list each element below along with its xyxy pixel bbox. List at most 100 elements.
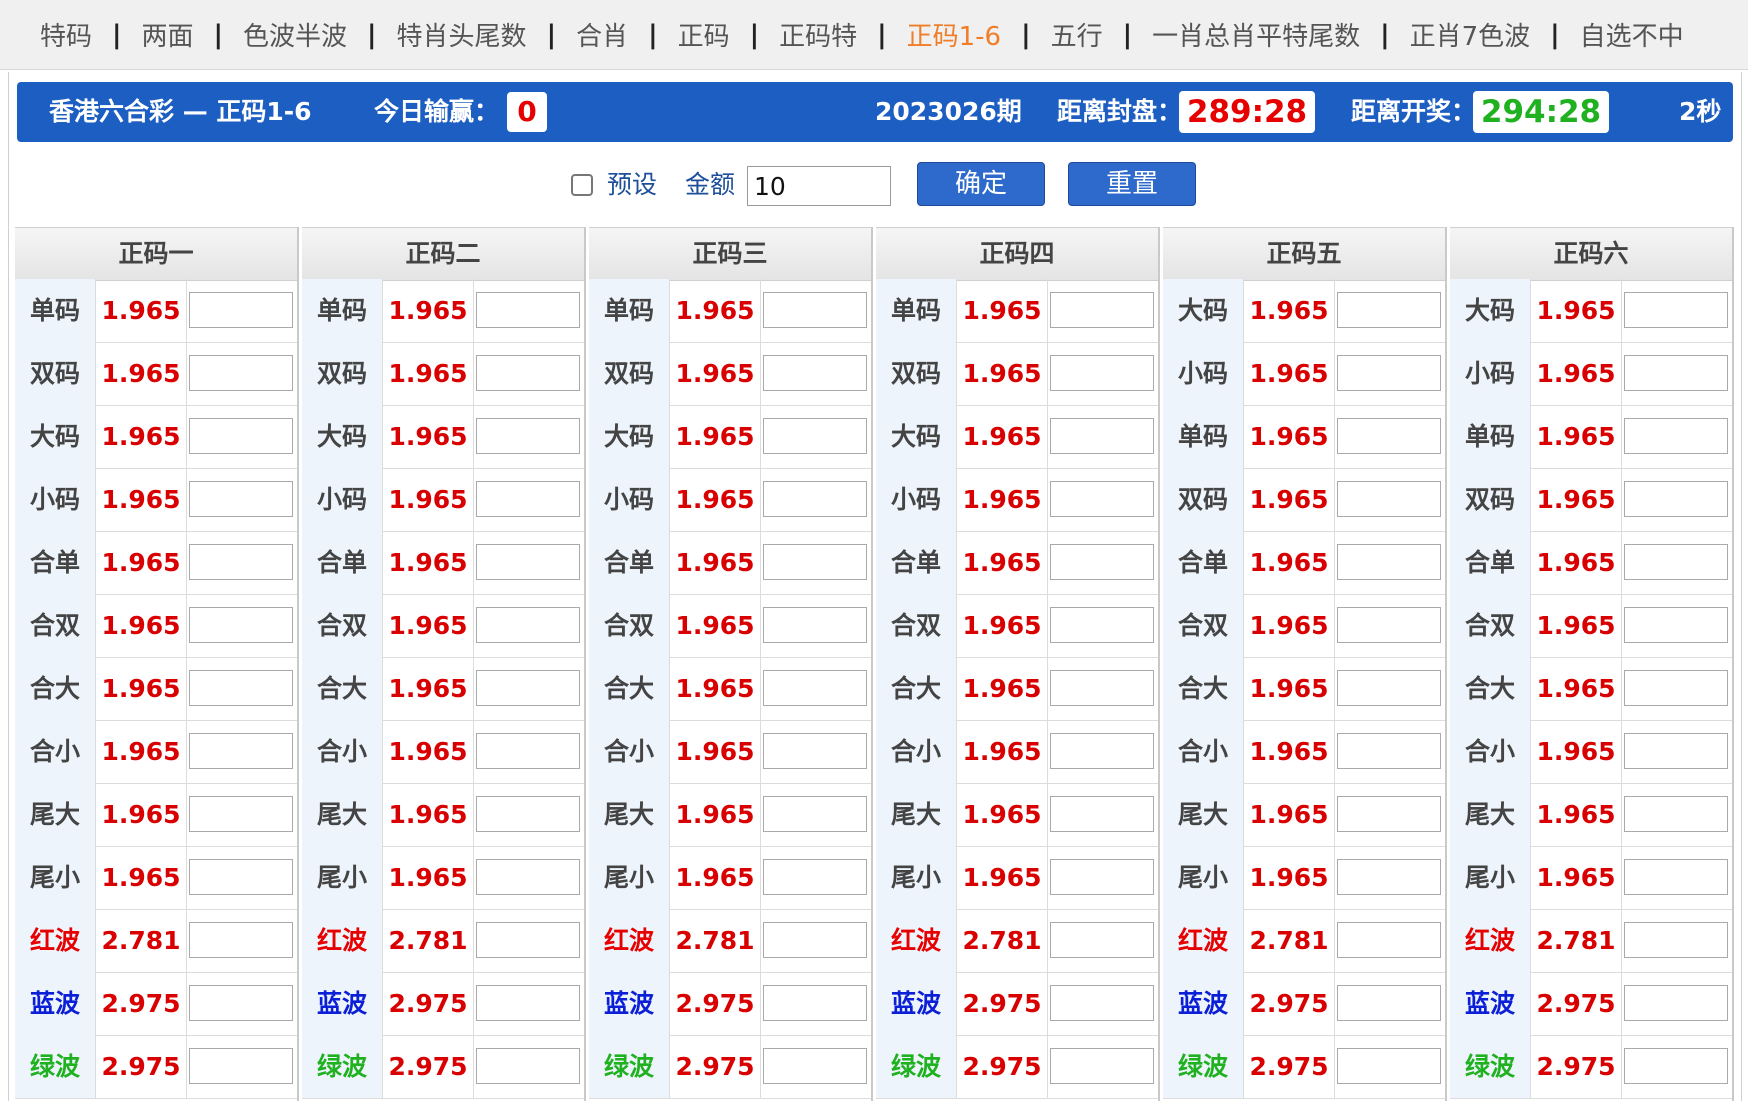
bet-amount-input[interactable] — [1624, 1048, 1728, 1084]
bet-amount-input[interactable] — [763, 418, 867, 454]
bet-amount-input[interactable] — [1050, 481, 1154, 517]
bet-amount-input[interactable] — [763, 1048, 867, 1084]
bet-amount-input[interactable] — [763, 670, 867, 706]
bet-amount-input[interactable] — [476, 418, 580, 454]
bet-amount-input[interactable] — [763, 796, 867, 832]
bet-amount-input[interactable] — [476, 733, 580, 769]
nav-tab[interactable]: 色波半波 — [243, 16, 347, 53]
bet-amount-input[interactable] — [1624, 544, 1728, 580]
bet-amount-input[interactable] — [763, 733, 867, 769]
bet-amount-input[interactable] — [1050, 355, 1154, 391]
bet-amount-input[interactable] — [1050, 292, 1154, 328]
bet-amount-input[interactable] — [476, 607, 580, 643]
bet-amount-input[interactable] — [763, 859, 867, 895]
bet-amount-input[interactable] — [189, 733, 293, 769]
bet-amount-input[interactable] — [1337, 418, 1441, 454]
amount-input[interactable] — [747, 166, 891, 206]
bet-amount-input[interactable] — [189, 670, 293, 706]
bet-amount-input[interactable] — [1337, 670, 1441, 706]
bet-amount-input[interactable] — [1624, 796, 1728, 832]
bet-amount-input[interactable] — [189, 859, 293, 895]
bet-amount-input[interactable] — [763, 292, 867, 328]
bet-amount-input[interactable] — [189, 607, 293, 643]
confirm-button[interactable]: 确定 — [917, 162, 1045, 206]
bet-amount-input[interactable] — [1624, 292, 1728, 328]
bet-amount-input[interactable] — [476, 796, 580, 832]
bet-amount-input[interactable] — [189, 292, 293, 328]
bet-amount-input[interactable] — [1337, 733, 1441, 769]
bet-amount-input[interactable] — [1624, 922, 1728, 958]
nav-tab[interactable]: 特肖头尾数 — [397, 16, 527, 53]
bet-amount-input[interactable] — [1337, 544, 1441, 580]
bet-amount-input[interactable] — [189, 544, 293, 580]
odds-value: 1.965 — [957, 783, 1048, 846]
bet-amount-input[interactable] — [1337, 859, 1441, 895]
bet-amount-input[interactable] — [1050, 859, 1154, 895]
nav-tab[interactable]: 一肖总肖平特尾数 — [1152, 16, 1360, 53]
nav-tab[interactable]: 五行 — [1051, 16, 1103, 53]
bet-amount-input[interactable] — [1624, 859, 1728, 895]
nav-tab[interactable]: 正码 — [678, 16, 730, 53]
bet-amount-input[interactable] — [189, 1048, 293, 1084]
bet-amount-input[interactable] — [1050, 418, 1154, 454]
table-row: 合双 1.965 — [589, 594, 871, 658]
odds-value: 1.965 — [957, 279, 1048, 342]
bet-amount-input[interactable] — [1050, 670, 1154, 706]
bet-amount-input[interactable] — [1337, 796, 1441, 832]
bet-amount-input[interactable] — [1337, 985, 1441, 1021]
bet-amount-input[interactable] — [1050, 1048, 1154, 1084]
nav-tab[interactable]: 两面 — [142, 16, 194, 53]
bet-amount-input[interactable] — [476, 544, 580, 580]
bet-amount-input[interactable] — [476, 670, 580, 706]
nav-tab[interactable]: 特码 — [40, 16, 92, 53]
bet-amount-input[interactable] — [476, 922, 580, 958]
nav-tab[interactable]: 正码特 — [779, 16, 857, 53]
nav-tab[interactable]: 正肖7色波 — [1410, 16, 1531, 53]
nav-tab[interactable]: 正码1-6 — [907, 16, 1001, 53]
reset-button[interactable]: 重置 — [1068, 162, 1196, 206]
bet-amount-input[interactable] — [1624, 985, 1728, 1021]
bet-amount-input[interactable] — [476, 481, 580, 517]
bet-amount-input[interactable] — [1050, 796, 1154, 832]
bet-amount-input[interactable] — [1624, 733, 1728, 769]
bet-amount-input[interactable] — [1337, 1048, 1441, 1084]
bet-amount-input[interactable] — [1337, 922, 1441, 958]
bet-amount-input[interactable] — [189, 985, 293, 1021]
bet-amount-input[interactable] — [1050, 985, 1154, 1021]
bet-amount-input[interactable] — [476, 985, 580, 1021]
bet-amount-input[interactable] — [189, 418, 293, 454]
bet-amount-input[interactable] — [476, 859, 580, 895]
bet-amount-input[interactable] — [189, 481, 293, 517]
bet-amount-input[interactable] — [1624, 481, 1728, 517]
bet-amount-input[interactable] — [476, 1048, 580, 1084]
bet-amount-input[interactable] — [763, 355, 867, 391]
odds-value: 1.965 — [957, 594, 1048, 657]
preset-checkbox[interactable] — [571, 174, 593, 196]
bet-amount-input[interactable] — [1050, 544, 1154, 580]
odds-value: 1.965 — [383, 405, 474, 468]
bet-amount-input[interactable] — [763, 607, 867, 643]
bet-amount-input[interactable] — [189, 355, 293, 391]
nav-tab[interactable]: 合肖 — [576, 16, 628, 53]
bet-amount-input[interactable] — [763, 922, 867, 958]
bet-amount-input[interactable] — [1624, 355, 1728, 391]
bet-amount-input[interactable] — [476, 355, 580, 391]
bet-amount-input[interactable] — [189, 922, 293, 958]
refresh-timer[interactable]: 2秒 — [1679, 82, 1721, 142]
bet-amount-input[interactable] — [1050, 733, 1154, 769]
bet-amount-input[interactable] — [476, 292, 580, 328]
bet-amount-input[interactable] — [763, 544, 867, 580]
bet-amount-input[interactable] — [1624, 418, 1728, 454]
bet-amount-input[interactable] — [1624, 607, 1728, 643]
bet-amount-input[interactable] — [1337, 292, 1441, 328]
bet-amount-input[interactable] — [189, 796, 293, 832]
bet-amount-input[interactable] — [763, 481, 867, 517]
bet-amount-input[interactable] — [1050, 922, 1154, 958]
nav-tab[interactable]: 自选不中 — [1580, 16, 1684, 53]
bet-amount-input[interactable] — [1624, 670, 1728, 706]
bet-amount-input[interactable] — [1337, 607, 1441, 643]
bet-amount-input[interactable] — [1337, 355, 1441, 391]
bet-amount-input[interactable] — [763, 985, 867, 1021]
bet-amount-input[interactable] — [1337, 481, 1441, 517]
bet-amount-input[interactable] — [1050, 607, 1154, 643]
